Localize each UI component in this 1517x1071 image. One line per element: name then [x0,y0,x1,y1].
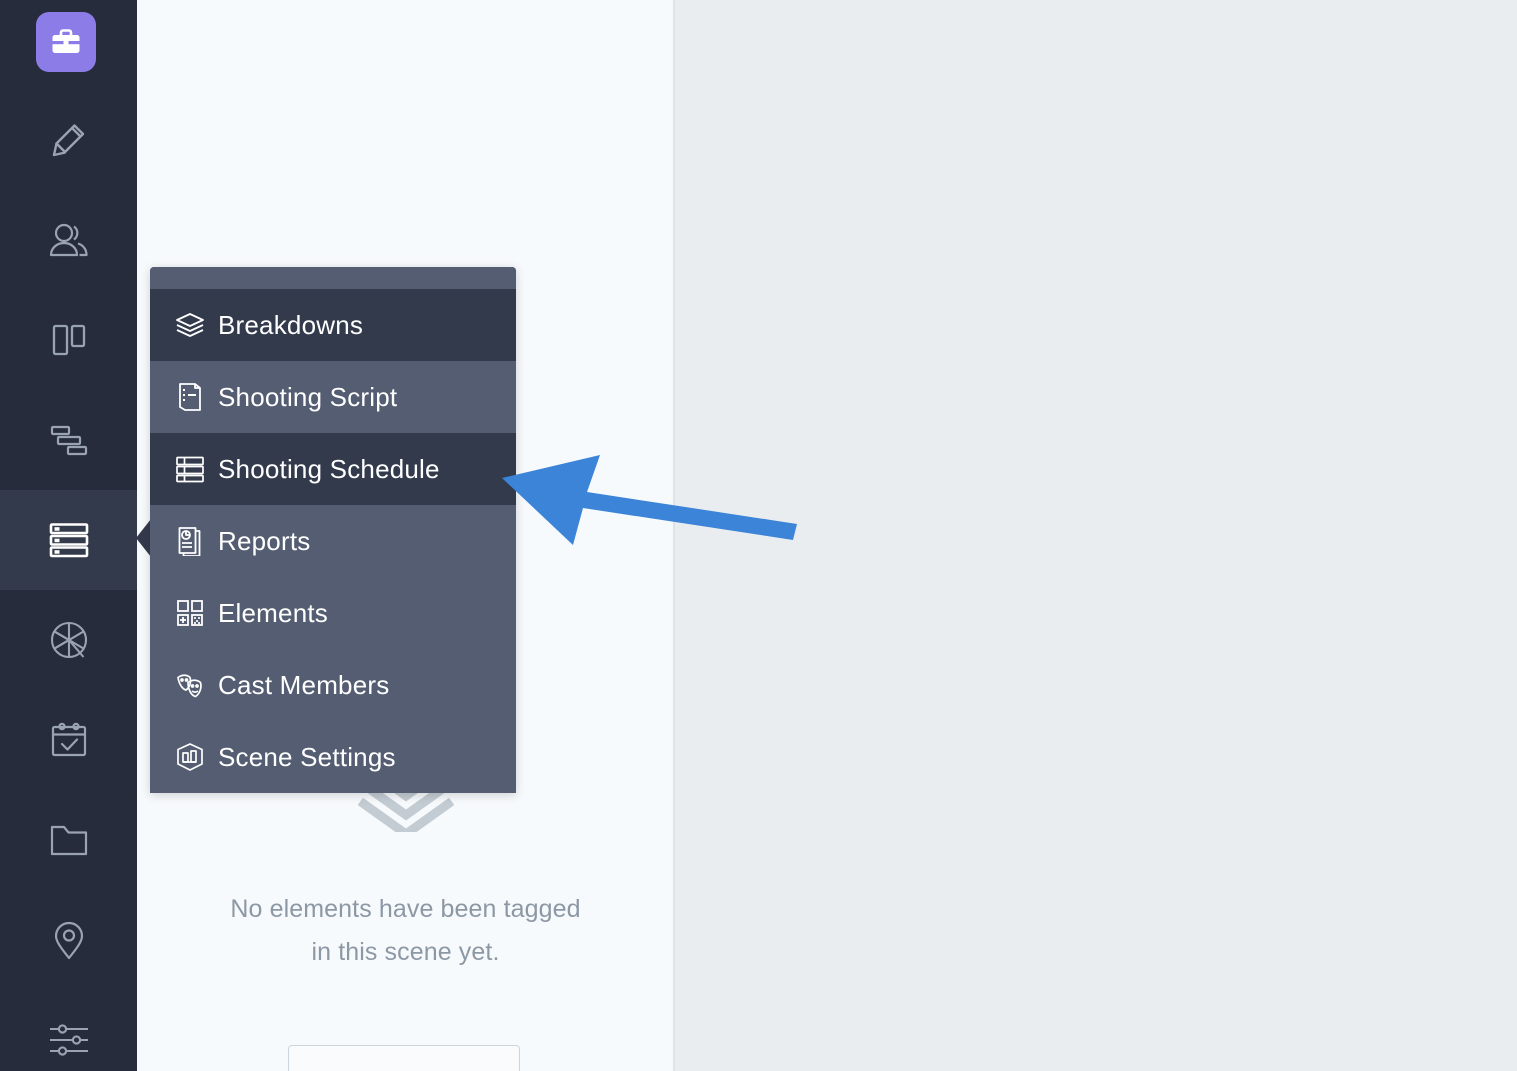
menu-item-label: Reports [218,525,311,556]
menu-item-shooting-schedule[interactable]: Shooting Schedule [150,433,516,505]
sidebar-item-calendar[interactable] [0,690,137,790]
flyout-menu: Breakdowns Shooting Script Shooting Sche… [150,267,516,793]
sidebar-item-stripboard[interactable] [0,390,137,490]
columns-icon [52,324,85,356]
sidebar-item-shooting-schedule[interactable] [0,490,137,590]
sidebar-item-storyboard[interactable] [0,290,137,390]
menu-item-label: Scene Settings [218,741,396,772]
menu-item-breakdowns[interactable]: Breakdowns [150,289,516,361]
flyout-pointer-notch [136,519,151,557]
menu-item-label: Shooting Schedule [218,453,440,484]
empty-state-line-2: in this scene yet. [311,938,500,966]
app-window: No elements have been tagged in this sce… [0,0,1517,1071]
sidebar-item-files[interactable] [0,790,137,890]
list-rows-icon [49,523,88,558]
sidebar-item-cast-crew[interactable] [0,190,137,290]
layers-icon [150,312,218,338]
briefcase-icon [52,29,80,53]
menu-item-label: Elements [218,597,328,628]
project-logo-button[interactable] [36,12,96,72]
add-element-button[interactable] [288,1045,520,1071]
sliders-icon [49,1024,88,1056]
grid-elements-icon [150,599,218,627]
gantt-bars-icon [50,425,87,456]
sidebar-item-shot-list[interactable] [0,590,137,690]
script-book-icon [150,382,218,412]
sidebar-item-settings[interactable] [0,990,137,1071]
menu-item-elements[interactable]: Elements [150,577,516,649]
empty-state-text: No elements have been tagged in this sce… [137,888,674,974]
menu-item-label: Breakdowns [218,309,364,340]
menu-item-label: Cast Members [218,669,390,700]
flyout-menu-header [150,267,516,289]
pencil-icon [52,124,84,157]
sidebar-item-locations[interactable] [0,890,137,990]
folder-icon [50,825,87,856]
menu-item-scene-settings[interactable]: Scene Settings [150,721,516,793]
calendar-check-icon [51,722,86,757]
menu-item-reports[interactable]: Reports [150,505,516,577]
theater-masks-icon [150,671,218,699]
map-pin-icon [54,921,83,960]
left-icon-rail [0,0,151,1071]
main-workspace [675,0,1517,1071]
empty-state-line-1: No elements have been tagged [230,895,581,923]
menu-item-cast-members[interactable]: Cast Members [150,649,516,721]
sidebar-item-script-editor[interactable] [0,90,137,190]
report-chart-icon [150,526,218,556]
room-cube-icon [150,742,218,772]
users-icon [49,223,88,257]
menu-item-label: Shooting Script [218,381,398,412]
schedule-rows-icon [150,455,218,483]
menu-item-shooting-script[interactable]: Shooting Script [150,361,516,433]
aperture-icon [50,621,87,659]
